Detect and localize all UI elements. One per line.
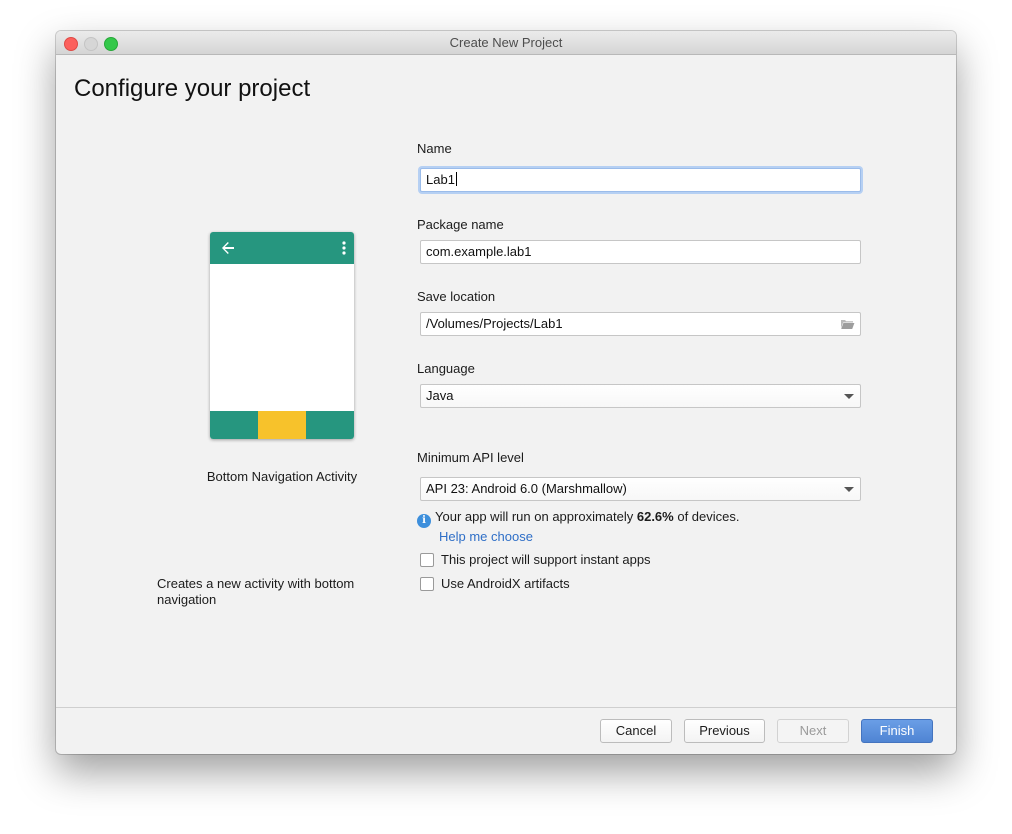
instant-apps-checkbox[interactable] xyxy=(420,553,434,567)
title-bar: Create New Project xyxy=(56,31,956,55)
footer-divider xyxy=(56,707,956,708)
instant-apps-label: This project will support instant apps xyxy=(441,552,651,567)
info-prefix: Your app will run on approximately xyxy=(435,509,637,524)
finish-button[interactable]: Finish xyxy=(861,719,933,743)
package-name-label: Package name xyxy=(417,217,504,232)
language-value: Java xyxy=(426,388,454,403)
min-api-label: Minimum API level xyxy=(417,450,524,465)
min-api-select[interactable]: API 23: Android 6.0 (Marshmallow) xyxy=(420,477,861,501)
folder-icon[interactable] xyxy=(840,318,855,330)
previous-button[interactable]: Previous xyxy=(684,719,765,743)
info-percent: 62.6% xyxy=(636,509,674,524)
save-location-label: Save location xyxy=(417,289,496,304)
name-field[interactable]: Lab1 xyxy=(420,168,861,192)
back-arrow-icon xyxy=(222,242,234,254)
info-suffix: of devices. xyxy=(673,509,740,524)
min-api-value: API 23: Android 6.0 (Marshmallow) xyxy=(426,481,627,496)
androidx-option[interactable]: Use AndroidX artifacts xyxy=(420,576,570,591)
name-value: Lab1 xyxy=(426,172,455,187)
more-vert-icon xyxy=(342,241,346,255)
chevron-down-icon xyxy=(844,487,854,492)
cancel-button[interactable]: Cancel xyxy=(600,719,672,743)
preview-app-bar xyxy=(210,232,354,264)
create-project-window: Create New Project Configure your projec… xyxy=(56,31,956,754)
language-label: Language xyxy=(417,361,475,376)
language-select[interactable]: Java xyxy=(420,384,861,408)
api-coverage-info: i Your app will run on approximately 62.6… xyxy=(417,509,740,528)
save-location-field[interactable]: /Volumes/Projects/Lab1 xyxy=(420,312,861,336)
save-location-value: /Volumes/Projects/Lab1 xyxy=(426,316,563,331)
window-title: Create New Project xyxy=(449,35,563,50)
instant-apps-option[interactable]: This project will support instant apps xyxy=(420,552,651,567)
info-icon: i xyxy=(417,514,431,528)
preview-bottom-nav-selected xyxy=(258,411,306,439)
name-label: Name xyxy=(417,141,452,156)
activity-template-name: Bottom Navigation Activity xyxy=(206,469,358,484)
package-name-value: com.example.lab1 xyxy=(426,244,532,259)
chevron-down-icon xyxy=(844,394,854,399)
help-me-choose-link[interactable]: Help me choose xyxy=(439,529,533,544)
androidx-checkbox[interactable] xyxy=(420,577,434,591)
androidx-label: Use AndroidX artifacts xyxy=(441,576,570,591)
activity-preview xyxy=(210,232,354,439)
next-button[interactable]: Next xyxy=(777,719,849,743)
activity-template-description: Creates a new activity with bottom navig… xyxy=(157,576,355,607)
package-name-field[interactable]: com.example.lab1 xyxy=(420,240,861,264)
text-caret xyxy=(455,172,457,186)
preview-bottom-nav xyxy=(210,411,354,439)
page-title: Configure your project xyxy=(74,75,311,102)
